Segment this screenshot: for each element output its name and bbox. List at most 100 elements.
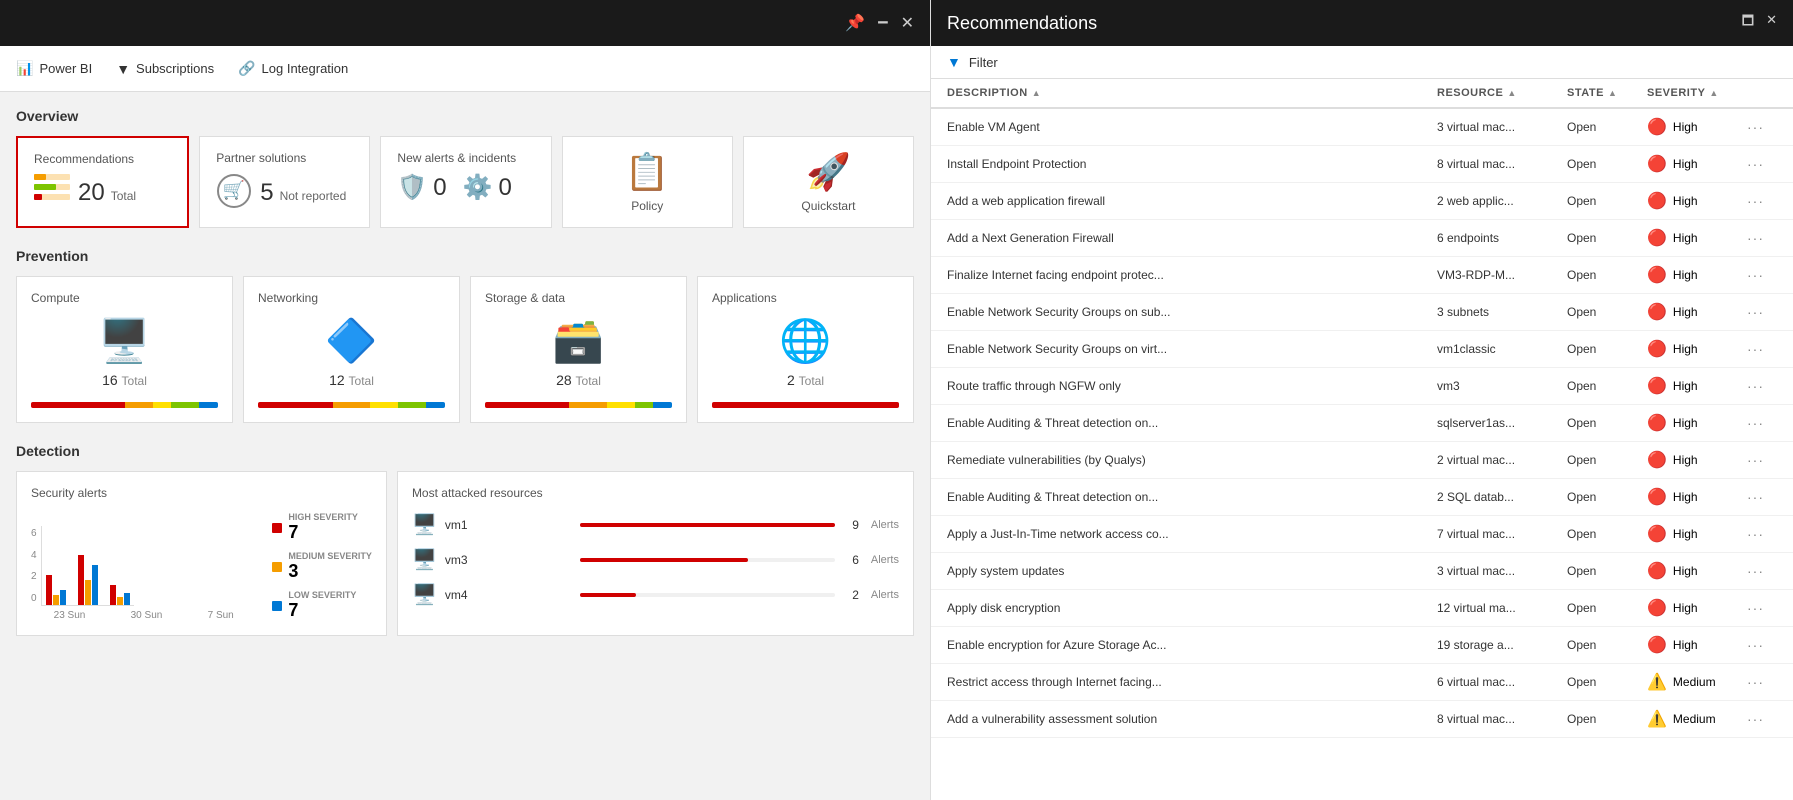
table-row[interactable]: Finalize Internet facing endpoint protec… — [931, 257, 1793, 294]
medium-severity-count: 3 — [288, 561, 372, 582]
compute-card[interactable]: Compute 🖥️ 16 Total — [16, 276, 233, 423]
subscriptions-button[interactable]: ▼ Subscriptions — [116, 61, 214, 77]
table-row[interactable]: Restrict access through Internet facing.… — [931, 664, 1793, 701]
col-resource[interactable]: RESOURCE ▲ — [1437, 87, 1567, 99]
chart-y-axis: 6 4 2 0 — [31, 526, 37, 606]
table-row[interactable]: Apply a Just-In-Time network access co..… — [931, 516, 1793, 553]
severity-label: High — [1673, 268, 1698, 282]
cell-state: Open — [1567, 231, 1647, 245]
table-row[interactable]: Apply system updates 3 virtual mac... Op… — [931, 553, 1793, 590]
cell-resource: VM3-RDP-M... — [1437, 268, 1567, 282]
row-more-button[interactable]: ··· — [1747, 637, 1777, 653]
col-description-label: DESCRIPTION — [947, 87, 1028, 99]
security-alerts-card[interactable]: Security alerts 6 4 2 0 — [16, 471, 387, 636]
partner-label: Not reported — [280, 189, 347, 203]
table-row[interactable]: Enable Auditing & Threat detection on...… — [931, 405, 1793, 442]
recommendations-card-main: 20 Total — [34, 174, 171, 212]
partner-solutions-card[interactable]: Partner solutions 🛒 5 Not reported — [199, 136, 370, 228]
table-row[interactable]: Enable Network Security Groups on virt..… — [931, 331, 1793, 368]
right-restore-icon[interactable]: 🗖 — [1742, 12, 1754, 34]
policy-card[interactable]: 📋 Policy — [562, 136, 733, 228]
detection-title: Detection — [16, 443, 914, 459]
vm4-bar-wrap — [580, 593, 835, 597]
table-row[interactable]: Apply disk encryption 12 virtual ma... O… — [931, 590, 1793, 627]
overview-title: Overview — [16, 108, 914, 124]
power-bi-label: Power BI — [39, 61, 92, 76]
cell-resource: 3 subnets — [1437, 305, 1567, 319]
table-row[interactable]: Add a vulnerability assessment solution … — [931, 701, 1793, 738]
row-more-button[interactable]: ··· — [1747, 193, 1777, 209]
row-more-button[interactable]: ··· — [1747, 415, 1777, 431]
cell-resource: 7 virtual mac... — [1437, 527, 1567, 541]
compute-bar-green — [171, 402, 199, 408]
row-more-button[interactable]: ··· — [1747, 452, 1777, 468]
networking-progress — [258, 402, 445, 408]
net-bar-yellow — [370, 402, 398, 408]
applications-title: Applications — [712, 291, 899, 305]
row-more-button[interactable]: ··· — [1747, 378, 1777, 394]
cell-description: Apply system updates — [947, 564, 1437, 578]
row-more-button[interactable]: ··· — [1747, 304, 1777, 320]
table-row[interactable]: Remediate vulnerabilities (by Qualys) 2 … — [931, 442, 1793, 479]
row-more-button[interactable]: ··· — [1747, 600, 1777, 616]
new-alerts-card[interactable]: New alerts & incidents 🛡️ 0 ⚙️ 0 — [380, 136, 551, 228]
recommendations-card[interactable]: Recommendations — [16, 136, 189, 228]
vm4-name: vm4 — [445, 588, 572, 602]
attacked-item-vm4[interactable]: 🖥️ vm4 2 Alerts — [412, 582, 899, 607]
log-integration-button[interactable]: 🔗 Log Integration — [238, 60, 348, 77]
table-row[interactable]: Enable encryption for Azure Storage Ac..… — [931, 627, 1793, 664]
subscriptions-label: Subscriptions — [136, 61, 214, 76]
cell-description: Enable Network Security Groups on virt..… — [947, 342, 1437, 356]
row-more-button[interactable]: ··· — [1747, 674, 1777, 690]
networking-card[interactable]: Networking 🔷 12 Total — [243, 276, 460, 423]
quickstart-card[interactable]: 🚀 Quickstart — [743, 136, 914, 228]
bar-23sun-red — [46, 575, 52, 605]
attacked-item-vm1[interactable]: 🖥️ vm1 9 Alerts — [412, 512, 899, 537]
cell-severity: 🔴 High — [1647, 450, 1747, 470]
minimize-icon[interactable]: 🗕 — [877, 10, 888, 37]
pin-icon[interactable]: 📌 — [845, 13, 865, 33]
table-row[interactable]: Enable VM Agent 3 virtual mac... Open 🔴 … — [931, 109, 1793, 146]
vm4-bar — [580, 593, 636, 597]
close-icon[interactable]: ✕ — [901, 13, 914, 33]
row-more-button[interactable]: ··· — [1747, 711, 1777, 727]
partner-solutions-icon: 🛒 — [216, 173, 252, 212]
table-row[interactable]: Enable Network Security Groups on sub...… — [931, 294, 1793, 331]
row-more-button[interactable]: ··· — [1747, 341, 1777, 357]
cell-state: Open — [1567, 268, 1647, 282]
recommendations-count: 20 — [78, 179, 105, 207]
row-more-button[interactable]: ··· — [1747, 230, 1777, 246]
row-more-button[interactable]: ··· — [1747, 526, 1777, 542]
severity-badge-high: 🔴 — [1647, 450, 1667, 470]
table-row[interactable]: Install Endpoint Protection 8 virtual ma… — [931, 146, 1793, 183]
compute-bar-yellow — [153, 402, 172, 408]
table-row[interactable]: Route traffic through NGFW only vm3 Open… — [931, 368, 1793, 405]
table-row[interactable]: Add a Next Generation Firewall 6 endpoin… — [931, 220, 1793, 257]
power-bi-button[interactable]: 📊 Power BI — [16, 60, 92, 77]
attacked-item-vm3[interactable]: 🖥️ vm3 6 Alerts — [412, 547, 899, 572]
col-description[interactable]: DESCRIPTION ▲ — [947, 87, 1437, 99]
vm1-icon: 🖥️ — [412, 512, 437, 537]
storage-icon: 🗃️ — [552, 317, 604, 366]
most-attacked-card[interactable]: Most attacked resources 🖥️ vm1 9 Alerts … — [397, 471, 914, 636]
medium-severity-dot — [272, 562, 282, 572]
row-more-button[interactable]: ··· — [1747, 119, 1777, 135]
right-close-icon[interactable]: ✕ — [1766, 12, 1777, 34]
storage-card[interactable]: Storage & data 🗃️ 28 Total — [470, 276, 687, 423]
severity-label: Medium — [1673, 712, 1716, 726]
table-header: DESCRIPTION ▲ RESOURCE ▲ STATE ▲ SEVERIT… — [931, 79, 1793, 109]
row-more-button[interactable]: ··· — [1747, 489, 1777, 505]
low-severity-count: 7 — [288, 600, 356, 621]
table-row[interactable]: Enable Auditing & Threat detection on...… — [931, 479, 1793, 516]
cell-severity: 🔴 High — [1647, 413, 1747, 433]
row-more-button[interactable]: ··· — [1747, 156, 1777, 172]
row-more-button[interactable]: ··· — [1747, 563, 1777, 579]
cell-severity: 🔴 High — [1647, 598, 1747, 618]
table-row[interactable]: Add a web application firewall 2 web app… — [931, 183, 1793, 220]
networking-body: 🔷 12 Total — [258, 317, 445, 408]
row-more-button[interactable]: ··· — [1747, 267, 1777, 283]
col-severity[interactable]: SEVERITY ▲ — [1647, 87, 1747, 99]
cell-state: Open — [1567, 675, 1647, 689]
applications-card[interactable]: Applications 🌐 2 Total — [697, 276, 914, 423]
col-state[interactable]: STATE ▲ — [1567, 87, 1647, 99]
